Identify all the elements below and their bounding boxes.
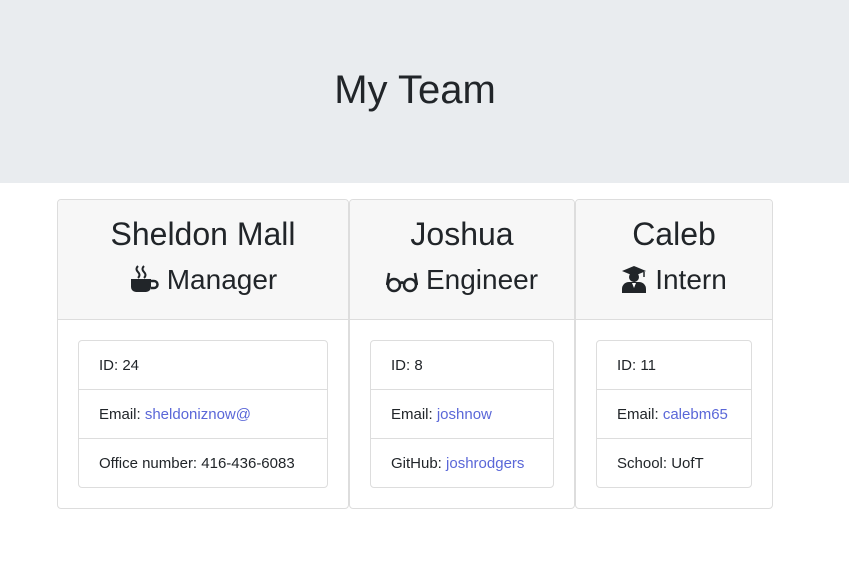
list-item-id: ID: 8 bbox=[371, 341, 553, 390]
email-link[interactable]: joshnow bbox=[437, 406, 492, 423]
employee-card-engineer: Joshua Engineer ID: 8 Email: joshnow Git… bbox=[349, 199, 575, 509]
page-title: My Team bbox=[334, 68, 496, 112]
email-link[interactable]: sheldoniznow@ bbox=[145, 406, 251, 423]
email-link[interactable]: calebm65 bbox=[663, 406, 728, 423]
role-label: Manager bbox=[166, 264, 278, 295]
list-item-github: GitHub: joshrodgers bbox=[371, 439, 553, 487]
glasses-icon bbox=[385, 266, 419, 302]
employee-role: Engineer bbox=[350, 262, 574, 302]
coffee-mug-icon bbox=[129, 265, 159, 302]
card-header: Joshua Engineer bbox=[350, 200, 574, 320]
email-label: Email: bbox=[391, 406, 437, 423]
employee-role: Intern bbox=[576, 262, 772, 302]
list-item-email: Email: calebm65 bbox=[597, 390, 751, 439]
info-list: ID: 11 Email: calebm65 School: UofT bbox=[596, 340, 752, 488]
list-item-office: Office number: 416-436-6083 bbox=[99, 455, 295, 472]
role-label: Engineer bbox=[425, 264, 539, 295]
role-label: Intern bbox=[655, 264, 727, 295]
email-label: Email: bbox=[99, 406, 145, 423]
email-label: Email: bbox=[617, 406, 663, 423]
card-header: Sheldon Mall Manager bbox=[58, 200, 348, 320]
github-label: GitHub: bbox=[391, 455, 447, 472]
page-header: My Team bbox=[0, 0, 849, 183]
github-link[interactable]: joshrodgers bbox=[446, 455, 524, 472]
employee-role: Manager bbox=[58, 262, 348, 302]
employee-card-intern: Caleb Intern ID: 11 Email: calebm65 Scho… bbox=[575, 199, 773, 509]
list-item-school: School: UofT bbox=[617, 455, 704, 472]
info-list: ID: 8 Email: joshnow GitHub: joshrodgers bbox=[370, 340, 554, 488]
employee-name: Sheldon Mall bbox=[110, 216, 296, 252]
list-item-id: ID: 11 bbox=[597, 341, 751, 390]
list-item-id: ID: 24 bbox=[79, 341, 327, 390]
graduate-icon bbox=[621, 265, 647, 302]
card-header: Caleb Intern bbox=[576, 200, 772, 320]
list-item-email: Email: sheldoniznow@ bbox=[79, 390, 327, 439]
employee-card-manager: Sheldon Mall Manager ID: 24 Email: sheld… bbox=[57, 199, 349, 509]
info-list: ID: 24 Email: sheldoniznow@ Office numbe… bbox=[78, 340, 328, 488]
list-item-email: Email: joshnow bbox=[371, 390, 553, 439]
employee-name: Caleb bbox=[632, 216, 716, 252]
employee-name: Joshua bbox=[410, 216, 514, 252]
